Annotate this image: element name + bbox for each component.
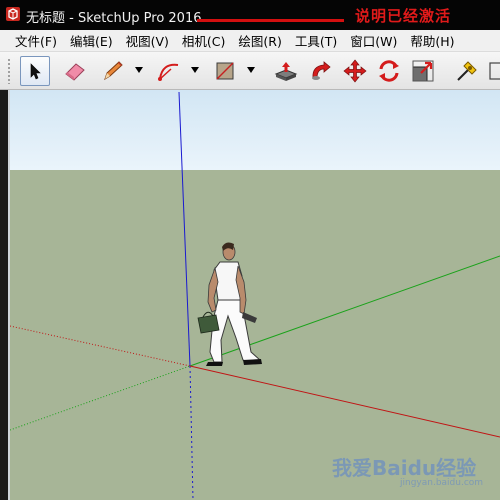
menu-edit[interactable]: 编辑(E) bbox=[70, 31, 113, 50]
toolbar-grip[interactable] bbox=[7, 58, 11, 84]
red-underline bbox=[197, 19, 344, 22]
window-left-edge bbox=[0, 90, 8, 500]
window-title: 无标题 - SketchUp Pro 2016 bbox=[26, 11, 202, 26]
person-figure[interactable] bbox=[197, 242, 262, 366]
move-icon bbox=[343, 59, 367, 83]
select-tool-button[interactable] bbox=[20, 56, 50, 86]
menu-tools[interactable]: 工具(T) bbox=[295, 31, 337, 50]
arc-tool-button[interactable] bbox=[154, 56, 184, 86]
toolbar bbox=[0, 52, 500, 90]
select-icon bbox=[30, 63, 41, 80]
follow-me-tool-button[interactable] bbox=[306, 56, 336, 86]
rotate-tool-button[interactable] bbox=[374, 56, 404, 86]
rectangle-icon bbox=[216, 62, 234, 80]
menu-camera[interactable]: 相机(C) bbox=[182, 31, 225, 50]
arc-dropdown-arrow[interactable] bbox=[191, 67, 199, 73]
pencil-icon bbox=[104, 61, 123, 81]
dimension-icon bbox=[489, 62, 500, 80]
rectangle-dropdown-arrow[interactable] bbox=[247, 67, 255, 73]
tape-measure-icon bbox=[457, 61, 477, 81]
follow-me-icon bbox=[312, 61, 331, 80]
menu-file[interactable]: 文件(F) bbox=[15, 31, 57, 50]
eraser-icon bbox=[65, 63, 85, 81]
tape-measure-tool-button[interactable] bbox=[452, 56, 482, 86]
partial-tool-button[interactable] bbox=[486, 56, 500, 86]
menu-view[interactable]: 视图(V) bbox=[126, 31, 169, 50]
push-pull-icon bbox=[274, 62, 298, 81]
pencil-tool-button[interactable] bbox=[98, 56, 128, 86]
watermark-logo: 我爱Baidu经验 bbox=[332, 456, 477, 480]
green-axis-negative bbox=[10, 365, 191, 431]
rotate-icon bbox=[379, 60, 399, 82]
watermark-url: jingyan.baidu.com bbox=[400, 478, 484, 488]
menu-window[interactable]: 窗口(W) bbox=[350, 31, 397, 50]
title-bar: 无标题 - SketchUp Pro 2016 说明已经激活 bbox=[0, 0, 500, 30]
drawing-viewport[interactable] bbox=[10, 90, 500, 500]
sketchup-app-icon[interactable] bbox=[6, 7, 20, 21]
menu-help[interactable]: 帮助(H) bbox=[410, 31, 454, 50]
blue-axis-negative bbox=[189, 365, 194, 500]
push-pull-tool-button[interactable] bbox=[271, 56, 301, 86]
red-axis-negative bbox=[10, 325, 191, 367]
menu-draw[interactable]: 绘图(R) bbox=[238, 31, 281, 50]
arc-icon bbox=[158, 63, 179, 81]
pencil-dropdown-arrow[interactable] bbox=[135, 67, 143, 73]
activation-note: 说明已经激活 bbox=[355, 7, 452, 25]
blue-axis bbox=[178, 91, 191, 367]
scale-icon bbox=[412, 60, 434, 82]
red-axis bbox=[189, 365, 500, 438]
menu-bar: 文件(F) 编辑(E) 视图(V) 相机(C) 绘图(R) 工具(T) 窗口(W… bbox=[0, 30, 500, 52]
scene-canvas bbox=[10, 91, 500, 500]
eraser-tool-button[interactable] bbox=[60, 56, 90, 86]
move-tool-button[interactable] bbox=[340, 56, 370, 86]
rectangle-tool-button[interactable] bbox=[210, 56, 240, 86]
scale-tool-button[interactable] bbox=[408, 56, 438, 86]
